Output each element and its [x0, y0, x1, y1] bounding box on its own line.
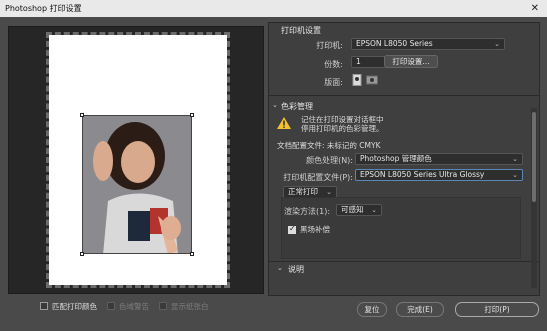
printer-profile-label: 打印机配置文件(P):: [283, 173, 353, 182]
color-management-title: 色彩管理: [281, 102, 313, 111]
chevron-down-icon: ⌄: [512, 155, 518, 163]
rendering-intent-select[interactable]: 可感知 ⌄: [336, 204, 382, 216]
match-print-colors-option[interactable]: 匹配打印颜色: [40, 301, 97, 312]
print-preview: [8, 26, 264, 294]
warning-line-2: 停用打印机的色彩管理。: [301, 124, 384, 133]
color-handling-value: Photoshop 管理颜色: [360, 154, 432, 163]
chevron-down-icon: ⌄: [371, 206, 377, 214]
warning-message: 记住在打印设置对话框中 停用打印机的色彩管理。: [301, 115, 384, 133]
resize-handle-bottom-left[interactable]: [80, 252, 84, 256]
show-paper-white-checkbox: [159, 302, 167, 310]
scrollbar-thumb[interactable]: [532, 112, 536, 202]
print-button[interactable]: 打印(P): [455, 302, 539, 317]
chevron-down-icon: ⌄: [326, 188, 332, 196]
copies-label: 份数:: [324, 60, 343, 69]
show-paper-white-option: 显示纸张白: [159, 301, 209, 312]
show-paper-white-label: 显示纸张白: [171, 301, 209, 311]
chevron-down-icon[interactable]: ⌄: [272, 101, 278, 109]
printer-profile-value: EPSON L8050 Series Ultra Glossy: [360, 170, 485, 179]
scrollbar[interactable]: [531, 108, 537, 288]
printer-settings-title: 打印机设置: [281, 26, 321, 35]
black-point-compensation-checkbox[interactable]: [288, 224, 296, 234]
warning-icon: [277, 117, 291, 129]
normal-print-options: 渲染方法(1): 可感知 ⌄ 黑场补偿: [281, 197, 521, 259]
black-point-compensation-option[interactable]: 黑场补偿: [288, 224, 330, 235]
gamut-warning-option: 色域警告: [107, 301, 149, 312]
rendering-intent-label: 渲染方法(1):: [284, 207, 331, 216]
settings-panel: 打印机设置 打印机: EPSON L8050 Series ⌄ 份数: 1 打印…: [268, 22, 540, 296]
print-mode-value: 正常打印: [288, 187, 318, 196]
color-handling-label: 颜色处理(N):: [306, 156, 353, 165]
gamut-warning-checkbox: [107, 302, 115, 310]
chevron-down-icon: ⌄: [494, 40, 500, 48]
printer-select[interactable]: EPSON L8050 Series ⌄: [351, 38, 505, 50]
match-print-colors-checkbox[interactable]: [40, 302, 48, 310]
title-bar: Photoshop 打印设置 ✕: [0, 0, 547, 17]
gamut-warning-label: 色域警告: [119, 301, 149, 311]
match-print-colors-label: 匹配打印颜色: [52, 301, 97, 311]
landscape-layout-icon[interactable]: [366, 74, 378, 86]
image-bounds[interactable]: [80, 113, 194, 256]
printer-label: 打印机:: [316, 41, 343, 50]
printer-select-value: EPSON L8050 Series: [356, 39, 433, 48]
resize-handle-top-right[interactable]: [190, 113, 194, 117]
image-thumbnail: [82, 115, 192, 254]
chevron-down-icon[interactable]: ⌄: [277, 264, 283, 272]
close-icon[interactable]: ✕: [531, 0, 539, 17]
warning-line-1: 记住在打印设置对话框中: [301, 115, 384, 124]
window-title: Photoshop 打印设置: [5, 4, 82, 13]
section-divider: [269, 261, 539, 262]
document-profile: 文档配置文件: 未标记的 CMYK: [277, 141, 381, 150]
print-settings-button[interactable]: 打印设置...: [384, 55, 438, 68]
section-divider: [269, 95, 539, 96]
resize-handle-bottom-right[interactable]: [190, 252, 194, 256]
layout-label: 版面:: [324, 78, 343, 87]
printer-profile-select[interactable]: EPSON L8050 Series Ultra Glossy ⌄: [355, 169, 523, 181]
portrait-layout-icon[interactable]: [351, 74, 363, 86]
chevron-down-icon: ⌄: [512, 171, 518, 179]
done-button[interactable]: 完成(E): [396, 302, 444, 317]
color-handling-select[interactable]: Photoshop 管理颜色 ⌄: [355, 153, 523, 165]
preview-options: 匹配打印颜色 色域警告 显示纸张白: [40, 300, 209, 312]
resize-handle-top-left[interactable]: [80, 113, 84, 117]
reset-button[interactable]: 复位: [357, 302, 387, 317]
description-title: 说明: [288, 265, 304, 274]
black-point-compensation-label: 黑场补偿: [300, 225, 330, 234]
rendering-intent-value: 可感知: [341, 205, 364, 214]
paper-header: [53, 29, 223, 37]
